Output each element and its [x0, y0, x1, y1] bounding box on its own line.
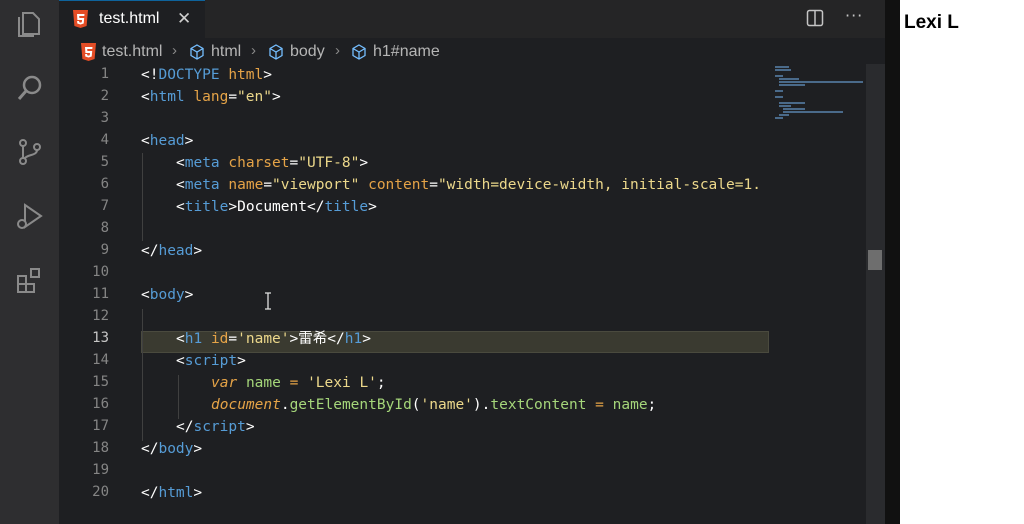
code-line-5: <meta charset="UTF-8"> [176, 155, 369, 171]
line-number: 15 [92, 374, 109, 390]
line-number: 1 [100, 66, 109, 82]
code-line-6: <meta name="viewport" content="width=dev… [176, 177, 761, 193]
scrollbar-thumb[interactable] [868, 250, 882, 270]
line-number: 19 [92, 462, 109, 478]
code-line-9: </head> [141, 243, 203, 259]
breadcrumb-separator: › [335, 42, 340, 59]
breadcrumb-separator: › [251, 42, 256, 59]
code-line-16: document.getElementById('name').textCont… [211, 397, 657, 413]
symbol-cube-icon [269, 44, 283, 60]
browser-preview: Lexi L [900, 0, 1024, 524]
line-number: 4 [100, 132, 109, 148]
breadcrumb-file[interactable]: test.html [81, 43, 162, 61]
symbol-cube-icon [352, 44, 366, 60]
line-number: 13 [92, 330, 109, 346]
code-line-7: <title>Document</title> [176, 199, 377, 215]
line-number: 11 [92, 286, 109, 302]
breadcrumb-html-label: html [211, 43, 242, 60]
split-editor-icon[interactable] [806, 9, 824, 27]
line-number: 16 [92, 396, 109, 412]
code-line-18: </body> [141, 441, 203, 457]
html5-icon [73, 10, 88, 28]
line-number: 18 [92, 440, 109, 456]
line-number: 6 [100, 176, 109, 192]
breadcrumb-separator: › [172, 42, 177, 59]
line-number: 14 [92, 352, 109, 368]
line-number: 12 [92, 308, 109, 324]
code-line-2: <html lang="en"> [141, 89, 281, 105]
code-area[interactable]: <!DOCTYPE html> <html lang="en"> <head> … [141, 64, 771, 524]
line-number: 20 [92, 484, 109, 500]
editor: test.html ✕ ··· test.html › html › body … [59, 0, 893, 524]
text-cursor-icon [265, 292, 271, 310]
breadcrumb-h1-label: h1#name [373, 43, 440, 60]
vertical-scrollbar[interactable] [866, 64, 885, 524]
breadcrumb: test.html › html › body › h1#name [59, 38, 885, 66]
code-line-14: <script> [176, 353, 246, 369]
code-line-20: </html> [141, 485, 203, 501]
symbol-cube-icon [190, 44, 204, 60]
code-line-1: <!DOCTYPE html> [141, 67, 272, 83]
breadcrumb-file-label: test.html [102, 43, 163, 60]
line-number: 8 [100, 220, 109, 236]
code-line-13: <h1 id='name'>雷希</h1> [176, 331, 371, 347]
close-icon[interactable]: ✕ [177, 9, 191, 29]
line-number: 17 [92, 418, 109, 434]
breadcrumb-body-label: body [290, 43, 325, 60]
line-number: 9 [100, 242, 109, 258]
source-control-icon[interactable] [14, 136, 46, 168]
breadcrumb-html[interactable]: html [189, 43, 241, 61]
tab-test-html[interactable]: test.html ✕ [59, 0, 205, 38]
line-number: 3 [100, 110, 109, 126]
breadcrumb-h1[interactable]: h1#name [351, 43, 440, 61]
explorer-icon[interactable] [14, 8, 46, 40]
minimap[interactable] [769, 64, 869, 524]
more-actions-icon[interactable]: ··· [845, 6, 863, 25]
code-line-11: <body> [141, 287, 194, 303]
preview-heading: Lexi L [904, 12, 959, 33]
tab-bar: test.html ✕ ··· [59, 0, 885, 38]
search-icon[interactable] [14, 72, 46, 104]
extensions-icon[interactable] [14, 264, 46, 296]
pane-divider[interactable] [885, 0, 900, 524]
line-number: 10 [92, 264, 109, 280]
code-line-15: var name = 'Lexi L'; [211, 375, 386, 391]
code-line-4: <head> [141, 133, 194, 149]
breadcrumb-body[interactable]: body [268, 43, 325, 61]
line-number: 2 [100, 88, 109, 104]
line-number: 7 [100, 198, 109, 214]
line-number: 5 [100, 154, 109, 170]
activity-bar [0, 0, 59, 524]
code-line-17: </script> [176, 419, 255, 435]
run-debug-icon[interactable] [14, 200, 46, 232]
tab-title: test.html [99, 10, 160, 27]
html5-icon [81, 43, 96, 61]
